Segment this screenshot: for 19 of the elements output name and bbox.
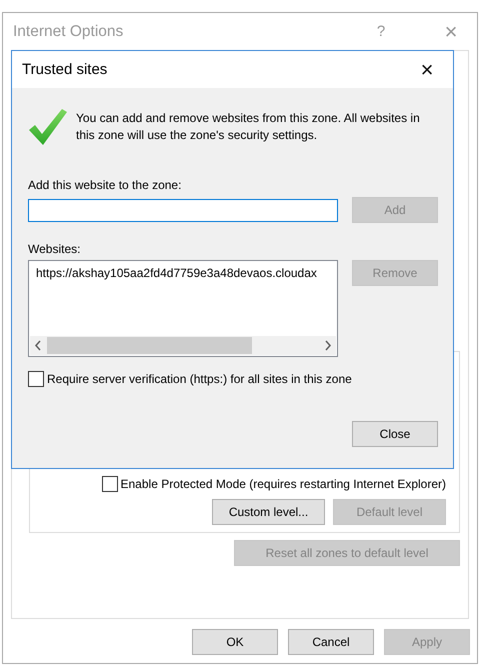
custom-level-button[interactable]: Custom level... [212,499,325,525]
website-input-field[interactable] [28,198,338,222]
dialog-title: Trusted sites [22,61,108,78]
checkbox-label: Enable Protected Mode (requires restarting Internet Explorer) [120,477,446,491]
checkbox[interactable] [28,371,44,387]
close-button[interactable]: × [415,58,439,80]
add-website-label: Add this website to the zone: [28,178,182,192]
horizontal-scrollbar[interactable] [30,336,336,355]
close-dialog-button[interactable]: Close [352,421,438,447]
checkmark-icon [28,108,68,146]
checkbox[interactable] [102,476,118,492]
dialog-button[interactable]: OK [192,629,278,655]
window-title: Internet Options [13,22,124,40]
info-text: You can add and remove websites from this zone. All websites in this zone will use the zone's security settings. [76,110,421,144]
websites-list[interactable]: https://akshay105aa2fd4d7759e3a48devaos.cloudax [28,260,338,357]
website-item[interactable]: https://akshay105aa2fd4d7759e3a48devaos.cloudax [29,261,337,336]
websites-label: Websites: [28,242,82,256]
dialog-button[interactable]: Cancel [288,629,374,655]
checkbox-label: Require server verification (https:) for all sites in this zone [47,372,352,386]
